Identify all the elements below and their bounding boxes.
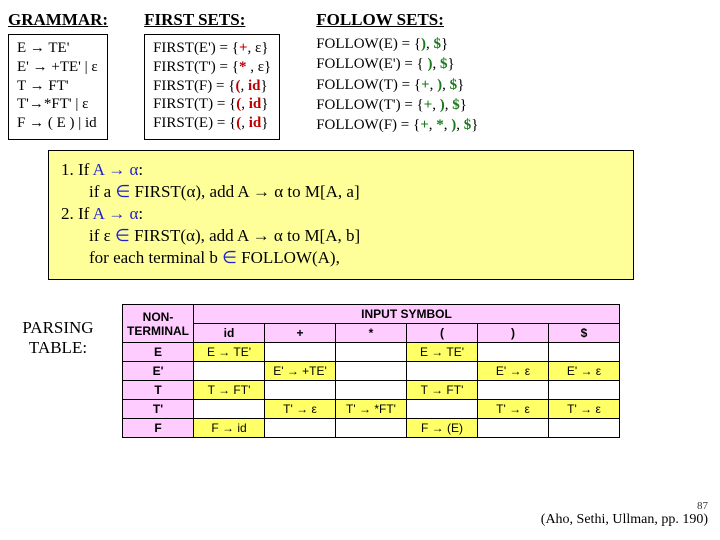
first-line: FIRST(T') = {* , ε} [153, 58, 271, 77]
cell: E' → ε [549, 362, 620, 381]
grammar-col: GRAMMAR: E → TE' E' → +TE' | ε T → FT' T… [8, 8, 108, 140]
cell: T' → *FT' [336, 400, 407, 419]
cell: E' → ε [478, 362, 549, 381]
citation-text: (Aho, Sethi, Ullman, pp. 190) [541, 512, 708, 528]
grammar-box: E → TE' E' → +TE' | ε T → FT' T'→*FT' | … [8, 34, 108, 140]
grammar-rule: F → ( E ) | id [17, 114, 99, 133]
cell: T' → ε [478, 400, 549, 419]
ptable-col-lparen: ( [407, 324, 478, 343]
grammar-heading: GRAMMAR: [8, 10, 108, 30]
follow-box: FOLLOW(E) = {), $} FOLLOW(E') = { ), $} … [316, 34, 478, 135]
ptable-col-plus: + [265, 324, 336, 343]
cell [194, 400, 265, 419]
first-col: FIRST SETS: FIRST(E') = {+, ε} FIRST(T')… [144, 8, 280, 140]
cell [549, 419, 620, 438]
cell: T' → ε [265, 400, 336, 419]
first-line: FIRST(E) = {(, id} [153, 114, 271, 133]
slide-number: 87 [541, 500, 708, 512]
follow-col: FOLLOW SETS: FOLLOW(E) = {), $} FOLLOW(E… [316, 8, 478, 140]
cell [265, 381, 336, 400]
follow-line: FOLLOW(E') = { ), $} [316, 54, 478, 74]
rule-line: for each terminal b ∈ FOLLOW(A), [61, 247, 621, 269]
cell [265, 343, 336, 362]
cell [478, 419, 549, 438]
rule-line: 1. If A → α: [61, 159, 621, 181]
ptable-col-star: * [336, 324, 407, 343]
follow-heading: FOLLOW SETS: [316, 10, 478, 30]
cell [265, 419, 336, 438]
ptable-col-id: id [194, 324, 265, 343]
first-box: FIRST(E') = {+, ε} FIRST(T') = {* , ε} F… [144, 34, 280, 140]
first-line: FIRST(T) = {(, id} [153, 95, 271, 114]
table-row: T' T' → ε T' → *FT' T' → ε T' → ε [123, 400, 620, 419]
ptable-heading: PARSING TABLE: [8, 304, 108, 358]
top-row: GRAMMAR: E → TE' E' → +TE' | ε T → FT' T… [8, 8, 712, 140]
cell [336, 343, 407, 362]
cell [194, 362, 265, 381]
first-heading: FIRST SETS: [144, 10, 280, 30]
first-line: FIRST(F) = {(, id} [153, 77, 271, 96]
rule-line: if a ∈ FIRST(α), add A → α to M[A, a] [61, 181, 621, 203]
follow-line: FOLLOW(E) = {), $} [316, 34, 478, 54]
ptable-col-dollar: $ [549, 324, 620, 343]
cell [478, 381, 549, 400]
grammar-rule: T'→*FT' | ε [17, 95, 99, 114]
citation: 87 (Aho, Sethi, Ullman, pp. 190) [541, 500, 708, 528]
cell [407, 400, 478, 419]
ptable-col-rparen: ) [478, 324, 549, 343]
cell: E → TE' [194, 343, 265, 362]
cell [478, 343, 549, 362]
parsing-table: NON- TERMINAL INPUT SYMBOL id + * ( ) $ … [122, 304, 620, 438]
table-row: T T → FT' T → FT' [123, 381, 620, 400]
rule-line: if ε ∈ FIRST(α), add A → α to M[A, b] [61, 225, 621, 247]
follow-line: FOLLOW(F) = {+, *, ), $} [316, 115, 478, 135]
cell: T → FT' [407, 381, 478, 400]
bottom-row: PARSING TABLE: NON- TERMINAL INPUT SYMBO… [8, 304, 712, 438]
cell [336, 381, 407, 400]
follow-line: FOLLOW(T) = {+, ), $} [316, 75, 478, 95]
grammar-rule: E → TE' [17, 39, 99, 58]
table-row: E' E' → +TE' E' → ε E' → ε [123, 362, 620, 381]
cell: T' → ε [549, 400, 620, 419]
rules-box: 1. If A → α: if a ∈ FIRST(α), add A → α … [48, 150, 634, 280]
follow-line: FOLLOW(T') = {+, ), $} [316, 95, 478, 115]
first-line: FIRST(E') = {+, ε} [153, 39, 271, 58]
ptable-nt-header: NON- TERMINAL [123, 305, 194, 343]
cell [407, 362, 478, 381]
grammar-rule: T → FT' [17, 77, 99, 96]
cell: T → FT' [194, 381, 265, 400]
cell [549, 343, 620, 362]
cell [549, 381, 620, 400]
cell: E → TE' [407, 343, 478, 362]
rule-line: 2. If A → α: [61, 203, 621, 225]
grammar-rule: E' → +TE' | ε [17, 58, 99, 77]
ptable-input-header: INPUT SYMBOL [194, 305, 620, 324]
cell: F → id [194, 419, 265, 438]
table-row: E E → TE' E → TE' [123, 343, 620, 362]
cell: F → (E) [407, 419, 478, 438]
cell: E' → +TE' [265, 362, 336, 381]
cell [336, 362, 407, 381]
table-row: F F → id F → (E) [123, 419, 620, 438]
cell [336, 419, 407, 438]
